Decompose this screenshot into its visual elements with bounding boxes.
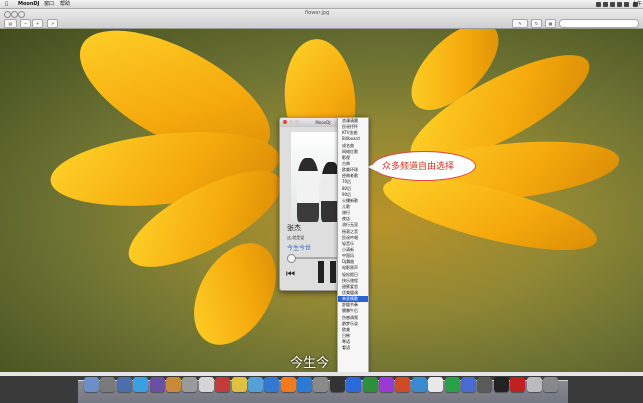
window-titlebar: flower.jpg ▤ − + ↗ ✎ ↻ ▦ xyxy=(0,9,643,29)
dock-app-icon[interactable] xyxy=(313,377,329,392)
player-close-button[interactable] xyxy=(283,120,287,124)
player-zoom-button[interactable] xyxy=(295,120,299,124)
scroll-strip xyxy=(0,372,643,376)
dock-app-icon[interactable] xyxy=(329,377,345,392)
dock-app-icon[interactable] xyxy=(510,377,526,392)
search-input[interactable] xyxy=(559,19,639,28)
dock-app-icon[interactable] xyxy=(477,377,493,392)
dock-app-icon[interactable] xyxy=(100,377,116,392)
dock-app-icon[interactable] xyxy=(526,377,542,392)
menu-window[interactable]: 窗口 xyxy=(44,0,54,8)
subtitle-caption: 今生今 xyxy=(290,356,330,371)
dock-app-icon[interactable] xyxy=(493,377,509,392)
dock-app-icon[interactable] xyxy=(116,377,132,392)
dock-app-icon[interactable] xyxy=(280,377,296,392)
channel-item[interactable]: 看语 xyxy=(338,345,368,351)
dock-app-icon[interactable] xyxy=(428,377,444,392)
dock-app-icon[interactable] xyxy=(247,377,263,392)
zoom-in-icon[interactable]: + xyxy=(32,19,43,28)
dock-app-icon[interactable] xyxy=(84,377,99,392)
status-icon[interactable] xyxy=(596,1,602,7)
status-area: 上午11:25 xyxy=(595,0,643,15)
status-icon[interactable] xyxy=(603,1,609,7)
sidebar-toggle-icon[interactable]: ▤ xyxy=(4,19,17,28)
dock-app-icon[interactable] xyxy=(362,377,378,392)
markup-icon[interactable]: ✎ xyxy=(512,19,528,28)
minimize-button[interactable] xyxy=(11,11,18,18)
close-button[interactable] xyxy=(4,11,11,18)
volume-icon[interactable] xyxy=(617,1,623,7)
previous-track-icon[interactable]: ⏮ xyxy=(286,269,295,280)
dock-app-icon[interactable] xyxy=(133,377,149,392)
dock-app-icon[interactable] xyxy=(264,377,280,392)
pause-button[interactable] xyxy=(318,261,338,283)
apple-menu-icon[interactable]:  xyxy=(5,0,8,8)
dock-app-icon[interactable] xyxy=(182,377,198,392)
dock-app-icon[interactable] xyxy=(346,377,362,392)
slider-knob[interactable] xyxy=(287,254,296,263)
callout-text: 众多频道自由选择 xyxy=(382,162,455,172)
dock-app-icon[interactable] xyxy=(149,377,165,392)
battery-icon[interactable] xyxy=(624,1,630,7)
dock-app-icon[interactable] xyxy=(215,377,231,392)
dock-app-icon[interactable] xyxy=(165,377,181,392)
dock-icons xyxy=(84,377,564,397)
dock-app-icon[interactable] xyxy=(444,377,460,392)
song-title: 这,就是爱 xyxy=(287,235,305,240)
player-minimize-button[interactable] xyxy=(289,120,293,124)
rotate-icon[interactable]: ↻ xyxy=(531,19,542,28)
channel-list: 浪漫清晨 民谣抒怀 KTV金曲 Billboard 成名曲 网络红歌 影视 古典 欧美环球 经典老… xyxy=(337,117,369,373)
dock-app-icon[interactable] xyxy=(379,377,395,392)
menu-bar:  MoonDJ 窗口 帮助 上午11:25 xyxy=(0,0,643,15)
wifi-icon[interactable] xyxy=(610,1,616,7)
dock-app-icon[interactable] xyxy=(460,377,476,392)
dock-app-icon[interactable] xyxy=(542,377,558,392)
window-title: flower.jpg xyxy=(305,10,330,16)
dock-app-icon[interactable] xyxy=(411,377,427,392)
zoom-button[interactable] xyxy=(18,11,25,18)
menu-help[interactable]: 帮助 xyxy=(60,0,70,8)
album-name[interactable]: 今生今世 xyxy=(287,243,311,252)
dock-app-icon[interactable] xyxy=(395,377,411,392)
artist-name: 张杰 xyxy=(287,224,301,232)
share-icon[interactable]: ↗ xyxy=(47,19,58,28)
dock-app-icon[interactable] xyxy=(231,377,247,392)
dock-app-icon[interactable] xyxy=(198,377,214,392)
zoom-out-icon[interactable]: − xyxy=(20,19,31,28)
app-menu[interactable]: MoonDJ xyxy=(18,0,39,8)
edit-icon[interactable]: ▦ xyxy=(545,19,556,28)
dock-app-icon[interactable] xyxy=(297,377,313,392)
callout-bubble: 众多频道自由选择 xyxy=(368,151,476,181)
